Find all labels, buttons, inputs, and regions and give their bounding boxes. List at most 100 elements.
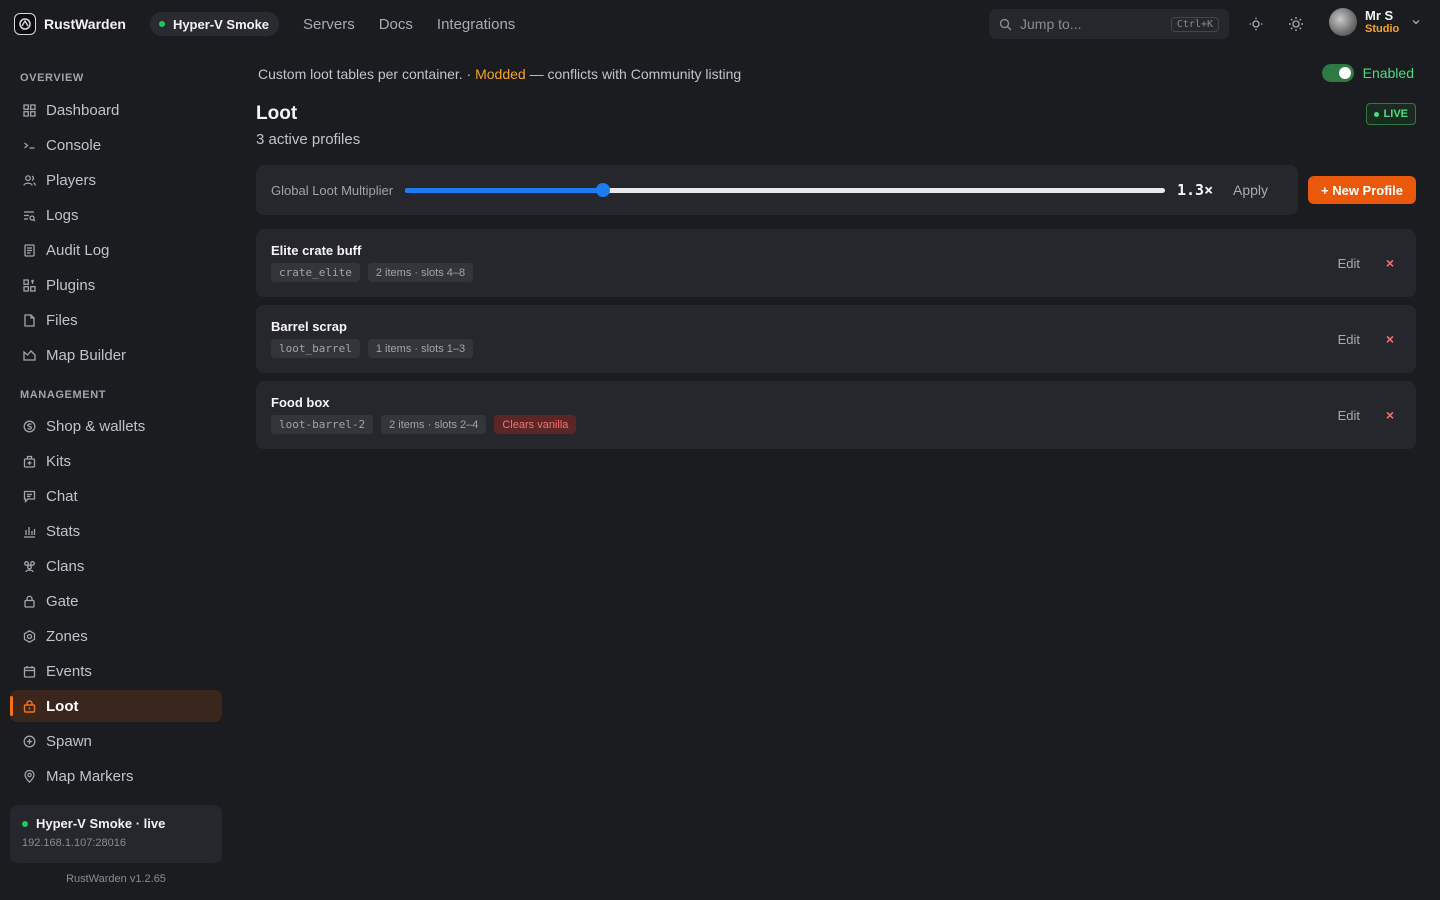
brand-logo-icon xyxy=(14,13,36,35)
edit-button[interactable]: Edit xyxy=(1338,332,1360,347)
search-shortcut: Ctrl+K xyxy=(1170,16,1219,32)
sidebar-item-files[interactable]: Files xyxy=(10,304,222,336)
live-dot-icon xyxy=(1373,111,1379,117)
plus-circle-icon xyxy=(22,734,36,748)
container-chip: loot_barrel xyxy=(271,339,360,358)
server-selector[interactable]: Hyper-V Smoke xyxy=(149,12,280,36)
server-status-card[interactable]: Hyper-V Smoke · live 192.168.1.107:28016 xyxy=(10,805,222,863)
app-version: RustWarden v1.2.65 xyxy=(66,873,166,885)
multiplier-label: Global Loot Multiplier xyxy=(271,182,394,198)
sidebar-item-kits[interactable]: Kits xyxy=(10,445,222,477)
sidebar-item-label: Plugins xyxy=(46,276,96,294)
sidebar-item-chat[interactable]: Chat xyxy=(10,480,222,512)
sidebar-item-dashboard[interactable]: Dashboard xyxy=(10,94,222,126)
delete-button[interactable]: × xyxy=(1386,407,1394,423)
bar-chart-icon xyxy=(22,524,36,538)
sidebar-item-label: Audit Log xyxy=(46,241,110,259)
file-icon xyxy=(22,313,36,327)
sidebar-item-label: Zones xyxy=(46,627,88,645)
profile-card[interactable]: Barrel scrap loot_barrel 1 items · slots… xyxy=(256,305,1416,373)
loot-multiplier-card: Global Loot Multiplier 1.3× Apply xyxy=(256,165,1298,215)
terminal-icon xyxy=(22,138,36,152)
top-nav: Servers Docs Integrations xyxy=(303,16,515,33)
description-conflict-text: — conflicts with Community listing xyxy=(525,66,742,82)
map-icon xyxy=(22,348,36,362)
container-chip: crate_elite xyxy=(271,263,360,282)
user-menu[interactable]: Mr S Studio xyxy=(1329,8,1421,36)
profile-name: Barrel scrap xyxy=(271,319,347,334)
sidebar-item-logs[interactable]: Logs xyxy=(10,199,222,231)
profile-name: Food box xyxy=(271,395,330,410)
sidebar-item-gate[interactable]: Gate xyxy=(10,585,222,617)
sidebar-item-shop-wallets[interactable]: Shop & wallets xyxy=(10,410,222,442)
chevron-down-icon xyxy=(1412,20,1420,25)
sidebar-item-audit-log[interactable]: Audit Log xyxy=(10,234,222,266)
brand[interactable]: RustWarden xyxy=(14,13,126,35)
edit-button[interactable]: Edit xyxy=(1338,256,1360,271)
server-selector-label: Hyper-V Smoke xyxy=(172,16,270,32)
status-dot-icon xyxy=(22,820,28,827)
sidebar-item-loot[interactable]: Loot xyxy=(10,690,222,722)
grid-icon xyxy=(22,103,36,117)
user-role: Studio xyxy=(1365,23,1400,35)
sidebar-item-plugins[interactable]: Plugins xyxy=(10,269,222,301)
settings-icon[interactable] xyxy=(1286,14,1306,34)
sidebar-item-label: Chat xyxy=(46,487,78,505)
sidebar-item-label: Gate xyxy=(46,592,79,610)
search-input[interactable]: Jump to... Ctrl+K xyxy=(989,9,1229,39)
document-icon xyxy=(22,243,36,257)
server-card-title: Hyper-V Smoke · live xyxy=(36,816,166,831)
sidebar-item-console[interactable]: Console xyxy=(10,129,222,161)
apply-button[interactable]: Apply xyxy=(1233,182,1268,198)
sidebar-item-label: Events xyxy=(46,662,92,680)
sidebar-item-label: Players xyxy=(46,171,97,189)
nav-integrations[interactable]: Integrations xyxy=(437,16,515,33)
section-title-overview: OVERVIEW xyxy=(20,72,84,84)
zone-icon xyxy=(22,629,36,643)
slider-thumb[interactable] xyxy=(595,183,610,197)
sidebar-item-label: Map Markers xyxy=(46,767,134,785)
lock-icon xyxy=(22,594,36,608)
sidebar-item-map-builder[interactable]: Map Builder xyxy=(10,339,222,371)
sidebar-item-map-markers[interactable]: Map Markers xyxy=(10,760,222,792)
users-icon xyxy=(22,173,36,187)
items-chip: 1 items · slots 1–3 xyxy=(367,339,474,358)
edit-button[interactable]: Edit xyxy=(1338,408,1360,423)
nav-docs[interactable]: Docs xyxy=(379,16,413,33)
toggle-switch[interactable] xyxy=(1321,64,1354,82)
sidebar-item-label: Stats xyxy=(46,522,81,540)
slider-fill xyxy=(405,188,603,193)
modded-label: Modded xyxy=(475,66,526,82)
coin-icon xyxy=(22,419,36,433)
enabled-toggle[interactable]: Enabled xyxy=(1321,64,1414,82)
page-title: Loot xyxy=(256,103,298,124)
search-placeholder: Jump to... xyxy=(1020,16,1082,32)
sidebar-item-label: Map Builder xyxy=(46,346,127,364)
delete-button[interactable]: × xyxy=(1386,255,1394,271)
user-name: Mr S xyxy=(1365,8,1394,23)
items-chip: 2 items · slots 2–4 xyxy=(381,415,487,434)
delete-button[interactable]: × xyxy=(1386,331,1394,347)
sidebar-item-players[interactable]: Players xyxy=(10,164,222,196)
list-search-icon xyxy=(22,208,36,222)
brightness-icon[interactable] xyxy=(1246,14,1266,34)
sidebar-item-label: Console xyxy=(46,136,102,154)
sidebar-item-clans[interactable]: Clans xyxy=(10,550,222,582)
sidebar-item-events[interactable]: Events xyxy=(10,655,222,687)
multiplier-slider[interactable] xyxy=(405,178,1165,202)
sidebar-item-label: Spawn xyxy=(46,732,92,750)
new-profile-button[interactable]: + New Profile xyxy=(1308,176,1416,204)
nav-servers[interactable]: Servers xyxy=(303,16,355,33)
search-icon xyxy=(999,18,1012,30)
profile-card[interactable]: Elite crate buff crate_elite 2 items · s… xyxy=(256,229,1416,297)
status-dot-icon xyxy=(158,21,165,27)
sidebar-item-label: Shop & wallets xyxy=(46,417,146,435)
page-description: Custom loot tables per container. · Modd… xyxy=(258,66,741,82)
pin-icon xyxy=(22,769,36,783)
sidebar-item-zones[interactable]: Zones xyxy=(10,620,222,652)
profile-card[interactable]: Food box loot-barrel-2 2 items · slots 2… xyxy=(256,381,1416,449)
sidebar-item-spawn[interactable]: Spawn xyxy=(10,725,222,757)
puzzle-icon xyxy=(22,278,36,292)
profile-name: Elite crate buff xyxy=(271,243,362,258)
sidebar-item-stats[interactable]: Stats xyxy=(10,515,222,547)
